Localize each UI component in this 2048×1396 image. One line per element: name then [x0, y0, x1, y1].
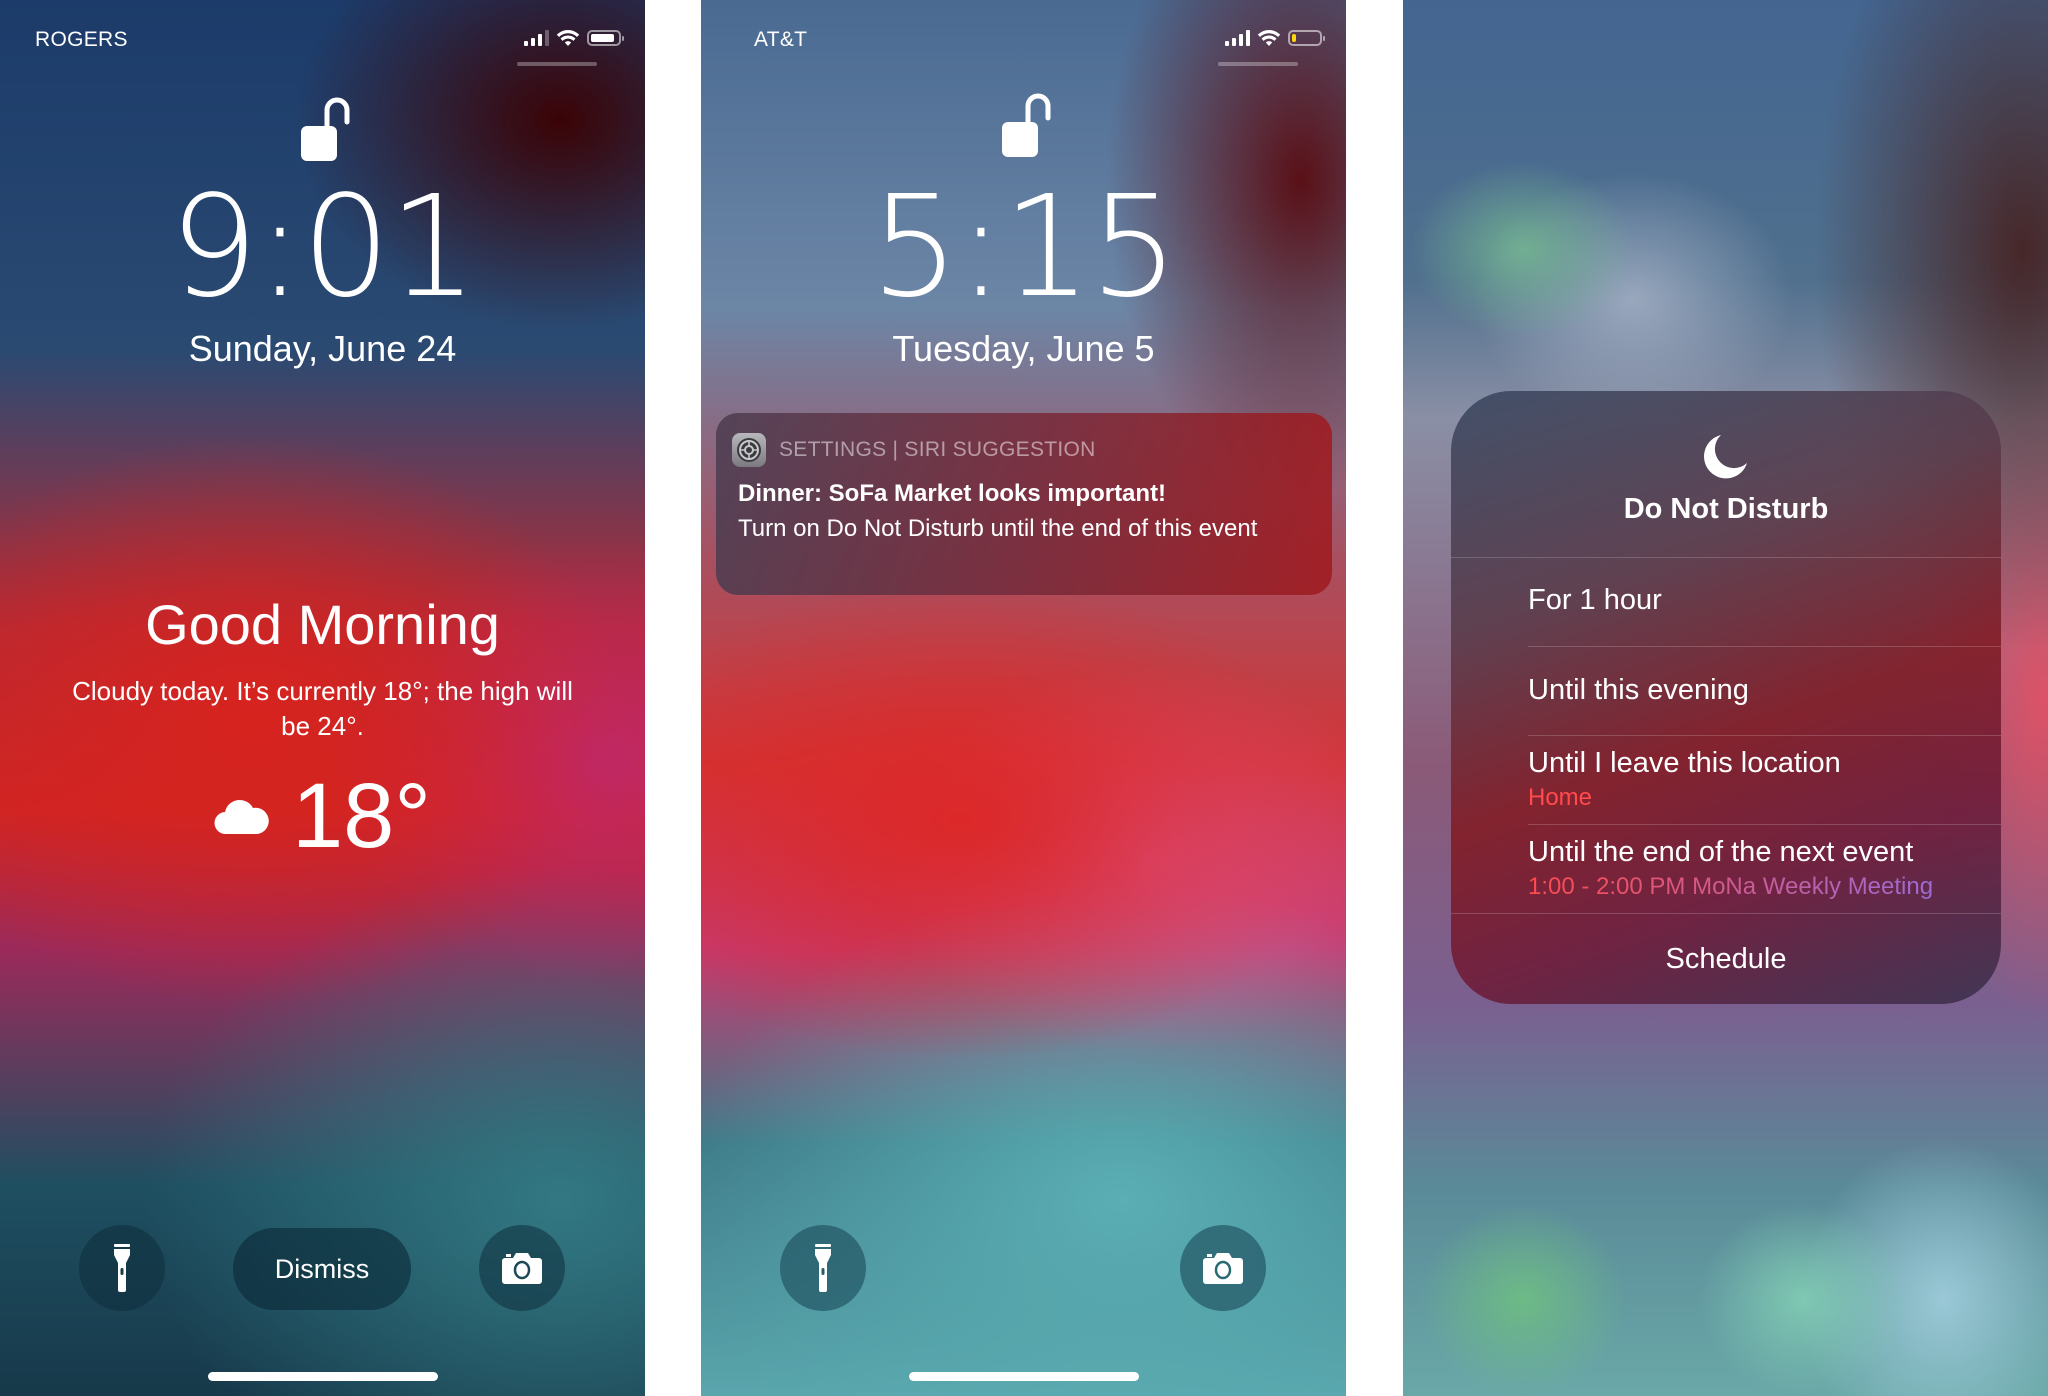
- clock-date: Tuesday, June 5: [892, 328, 1155, 369]
- settings-gear-icon: [732, 433, 766, 467]
- clock-date: Sunday, June 24: [188, 328, 457, 369]
- battery-low-icon: [1288, 30, 1325, 46]
- divider: [1528, 824, 2001, 825]
- dnd-option-until-evening[interactable]: Until this evening: [1528, 674, 1981, 707]
- unlocked-padlock-icon: [300, 97, 349, 161]
- camera-icon: [1203, 1253, 1243, 1284]
- cellular-signal-icon: [1225, 30, 1250, 46]
- divider: [1528, 735, 2001, 736]
- siri-suggestion-notification[interactable]: SETTINGS | SIRI SUGGESTION Dinner: SoFa …: [716, 413, 1332, 595]
- option-label: Until the end of the next event: [1528, 836, 1914, 868]
- notification-app-label: SETTINGS | SIRI SUGGESTION: [779, 438, 1096, 461]
- carrier-label: ROGERS: [35, 28, 128, 51]
- divider: [1528, 646, 2001, 647]
- home-indicator[interactable]: [908, 1372, 1139, 1381]
- cloud-icon: [214, 799, 269, 835]
- notification-title: Dinner: SoFa Market looks important!: [738, 480, 1167, 507]
- camera-icon: [502, 1253, 542, 1284]
- flashlight-button[interactable]: [79, 1225, 165, 1311]
- option-location: Home: [1528, 784, 1593, 811]
- dnd-option-until-end-of-event[interactable]: Until the end of the next event 1:00 - 2…: [1528, 836, 1991, 902]
- dnd-option-1-hour[interactable]: For 1 hour: [1528, 584, 1981, 617]
- dnd-title: Do Not Disturb: [1623, 493, 1829, 525]
- lock-screen-rogers: ROGERS 9:01 Sunday, June 24 Good Morning…: [0, 0, 645, 1396]
- camera-button[interactable]: [479, 1225, 565, 1311]
- weather-summary: Cloudy today. It’s currently 18°; the hi…: [72, 676, 573, 741]
- option-label: Until I leave this location: [1528, 747, 1841, 779]
- control-center-dnd: Do Not Disturb For 1 hour Until this eve…: [1403, 0, 2048, 1396]
- wifi-icon: [1257, 30, 1281, 46]
- dnd-option-until-leave-location[interactable]: Until I leave this location Home: [1528, 747, 1981, 812]
- control-center-indicator[interactable]: [1218, 62, 1298, 66]
- option-label: Until this evening: [1528, 674, 1749, 706]
- flashlight-button[interactable]: [780, 1225, 866, 1311]
- status-bar-icons: [1225, 29, 1325, 47]
- do-not-disturb-menu: Do Not Disturb For 1 hour Until this eve…: [1451, 391, 2001, 1004]
- carrier-label: AT&T: [754, 28, 808, 51]
- current-weather: 18°: [0, 770, 645, 862]
- clock-time: 5:15: [870, 166, 1178, 329]
- divider: [1451, 557, 2001, 558]
- status-bar-icons: [524, 29, 624, 47]
- option-label: For 1 hour: [1528, 584, 1662, 616]
- notification-header: SETTINGS | SIRI SUGGESTION: [732, 433, 1096, 467]
- home-indicator[interactable]: [207, 1372, 438, 1381]
- notification-body: Turn on Do Not Disturb until the end of …: [738, 515, 1258, 542]
- flashlight-icon: [114, 1244, 130, 1292]
- moon-icon: [1704, 435, 1747, 479]
- wifi-icon: [556, 30, 580, 46]
- unlocked-padlock-icon: [1001, 93, 1050, 157]
- dismiss-button[interactable]: Dismiss: [233, 1228, 411, 1310]
- option-event: 1:00 - 2:00 PM MoNa Weekly Meeting: [1528, 873, 1934, 900]
- cellular-signal-icon: [524, 30, 549, 46]
- dnd-schedule-button[interactable]: Schedule: [1451, 914, 2001, 1004]
- current-temperature: 18°: [291, 765, 432, 867]
- flashlight-icon: [815, 1244, 831, 1292]
- clock-time: 9:01: [169, 166, 477, 329]
- camera-button[interactable]: [1180, 1225, 1266, 1311]
- bedtime-greeting: Good Morning: [145, 593, 500, 656]
- control-center-indicator[interactable]: [517, 62, 597, 66]
- battery-icon: [587, 30, 624, 46]
- lock-screen-att: AT&T 5:15 Tuesday, June 5 SETTINGS | SIR…: [701, 0, 1346, 1396]
